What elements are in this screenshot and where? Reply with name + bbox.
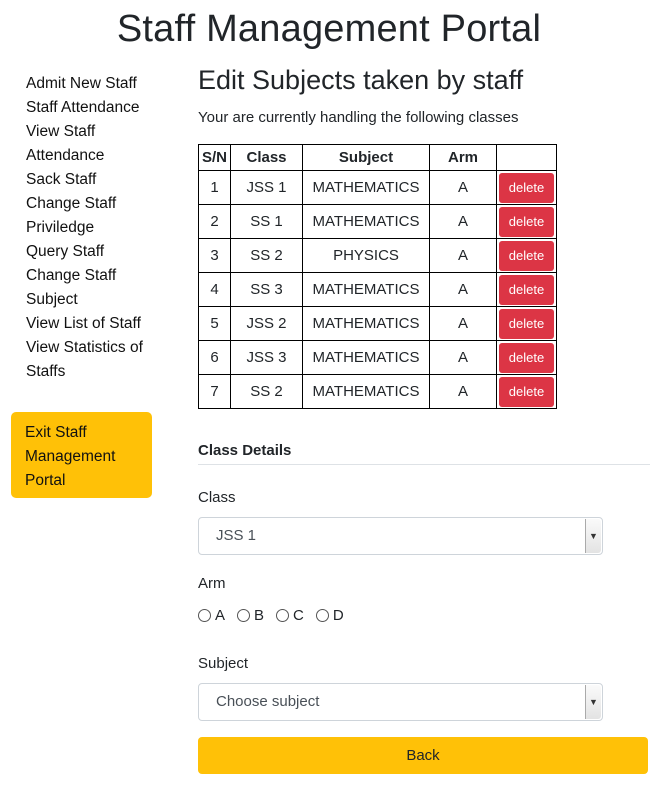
arm-label: Arm [198,575,226,592]
cell-class: SS 3 [230,272,303,307]
cell-arm: A [429,170,497,205]
radio-icon[interactable] [276,609,290,622]
column-header-arm: Arm [429,144,497,171]
arm-option-label: D [332,607,344,624]
arm-option-a[interactable]: A [198,607,225,624]
cell-class: JSS 3 [230,340,303,375]
cell-class: SS 1 [230,204,303,239]
column-header-sn: S/N [198,144,231,171]
cell-arm: A [429,238,497,273]
arm-option-label: C [293,607,304,624]
cell-action: delete [496,170,557,205]
intro-text: Your are currently handling the followin… [198,109,519,126]
table-header-row: S/N Class Subject Arm [198,144,557,171]
sidebar-item-view-list-of-staff[interactable]: View List of Staff [26,312,156,336]
page-title: Staff Management Portal [116,8,542,50]
chevron-down-icon: ▼ [585,685,601,719]
cell-subject: MATHEMATICS [302,204,430,239]
arm-option-c[interactable]: C [276,607,304,624]
table-row: 7 SS 2 MATHEMATICS A delete [198,374,557,409]
sidebar-item-query-staff[interactable]: Query Staff [26,240,156,264]
delete-button[interactable]: delete [499,240,554,271]
cell-class: SS 2 [230,238,303,273]
exit-portal-button[interactable]: Exit Staff Management Portal [11,412,152,498]
arm-option-label: A [215,607,226,624]
class-label: Class [198,489,236,506]
sidebar-item-change-staff-subject[interactable]: Change Staff Subject [26,264,156,312]
cell-subject: MATHEMATICS [302,306,430,341]
cell-sn: 1 [198,170,231,205]
column-header-class: Class [230,144,303,171]
cell-sn: 5 [198,306,231,341]
sidebar-item-change-staff-priviledge[interactable]: Change Staff Priviledge [26,192,156,240]
cell-arm: A [429,374,497,409]
column-header-subject: Subject [302,144,430,171]
cell-subject: MATHEMATICS [302,170,430,205]
section-heading: Edit Subjects taken by staff [198,65,524,95]
radio-icon[interactable] [315,609,329,622]
cell-subject: PHYSICS [302,238,430,273]
back-button[interactable]: Back [198,737,648,774]
cell-sn: 6 [198,340,231,375]
delete-button[interactable]: delete [499,172,554,203]
arm-option-b[interactable]: B [237,607,264,624]
sidebar-item-view-statistics-of-staffs[interactable]: View Statistics of Staffs [26,336,156,384]
cell-arm: A [429,340,497,375]
main-content: Edit Subjects taken by staff Your are cu… [198,62,650,774]
sidebar-item-staff-attendance[interactable]: Staff Attendance [26,96,156,120]
delete-button[interactable]: delete [499,206,554,237]
delete-button[interactable]: delete [499,376,554,407]
cell-action: delete [496,340,557,375]
table-row: 1 JSS 1 MATHEMATICS A delete [198,170,557,205]
cell-action: delete [496,238,557,273]
cell-action: delete [496,272,557,307]
cell-action: delete [496,306,557,341]
column-header-action [496,144,557,171]
delete-button[interactable]: delete [499,274,554,305]
delete-button[interactable]: delete [499,342,554,373]
table-row: 5 JSS 2 MATHEMATICS A delete [198,306,557,341]
cell-arm: A [429,272,497,307]
table-row: 4 SS 3 MATHEMATICS A delete [198,272,557,307]
subject-select-value: Choose subject [216,693,320,710]
sidebar-item-sack-staff[interactable]: Sack Staff [26,168,156,192]
cell-arm: A [429,306,497,341]
cell-arm: A [429,204,497,239]
arm-option-d[interactable]: D [315,607,344,624]
cell-subject: MATHEMATICS [302,272,430,307]
cell-subject: MATHEMATICS [302,374,430,409]
radio-icon[interactable] [237,609,251,622]
cell-action: delete [496,204,557,239]
cell-sn: 4 [198,272,231,307]
radio-icon[interactable] [198,609,211,622]
sidebar-item-admit-new-staff[interactable]: Admit New Staff [26,72,156,96]
cell-sn: 3 [198,238,231,273]
sidebar-item-view-staff-attendance[interactable]: View Staff Attendance [26,120,156,168]
subject-label: Subject [198,655,249,672]
arm-option-label: B [254,607,265,624]
subject-select[interactable]: Choose subject ▼ [198,683,603,721]
cell-subject: MATHEMATICS [302,340,430,375]
cell-class: JSS 1 [230,170,303,205]
table-row: 2 SS 1 MATHEMATICS A delete [198,204,557,239]
classes-table: S/N Class Subject Arm 1 JSS 1 MATHEMATIC… [198,144,557,409]
cell-sn: 7 [198,374,231,409]
delete-button[interactable]: delete [499,308,554,339]
cell-action: delete [496,374,557,409]
chevron-down-icon: ▼ [585,519,601,553]
sidebar: Admit New Staff Staff Attendance View St… [26,72,156,384]
table-row: 6 JSS 3 MATHEMATICS A delete [198,340,557,375]
cell-sn: 2 [198,204,231,239]
cell-class: JSS 2 [230,306,303,341]
arm-radio-group: A B C D [198,607,356,624]
cell-class: SS 2 [230,374,303,409]
class-select-value: JSS 1 [216,527,257,544]
class-select[interactable]: JSS 1 ▼ [198,517,603,555]
table-row: 3 SS 2 PHYSICS A delete [198,238,557,273]
class-details-title: Class Details [198,442,650,465]
